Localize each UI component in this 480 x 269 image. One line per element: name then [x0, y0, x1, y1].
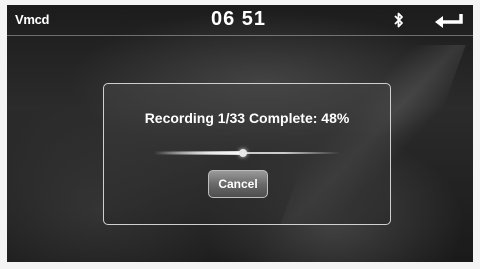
bluetooth-icon [394, 12, 403, 28]
status-bar: Vmcd 06 51 [7, 5, 473, 36]
progress-fill [154, 151, 243, 155]
cancel-button[interactable]: Cancel [208, 170, 268, 198]
progress-knob [239, 149, 247, 157]
clock: 06 51 [211, 8, 267, 30]
recording-progress-text: Recording 1/33 Complete: 48% [144, 110, 350, 126]
source-label: Vmcd [15, 12, 50, 27]
progress-bar [154, 149, 340, 157]
screen: Vmcd 06 51 Recording 1/33 Complete: 48% … [7, 5, 473, 262]
back-arrow-icon[interactable] [433, 12, 465, 28]
recording-dialog: Recording 1/33 Complete: 48% Cancel [103, 83, 391, 225]
